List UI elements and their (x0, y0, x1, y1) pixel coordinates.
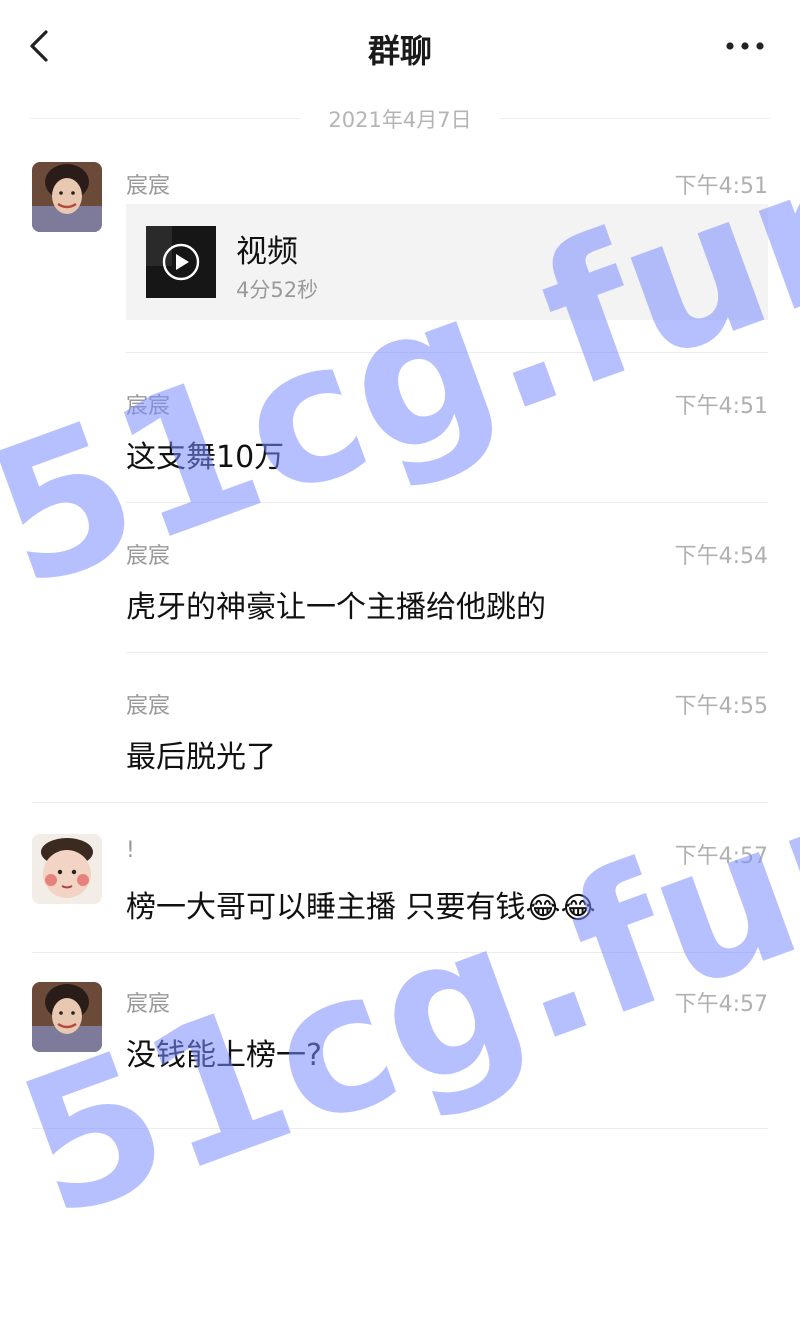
chat-header: 群聊 (0, 0, 800, 96)
sender-name: 宸宸 (126, 694, 171, 719)
video-thumbnail (146, 226, 216, 298)
divider (126, 352, 768, 353)
sender-name: ! (126, 838, 135, 863)
message-text: 没钱能上榜一? (126, 1038, 322, 1073)
avatar[interactable] (32, 162, 102, 232)
avatar-image (32, 834, 102, 904)
message-time: 下午4:51 (674, 394, 768, 419)
laughing-emoji-icon: 😂😂 (525, 890, 596, 926)
message-time: 下午4:54 (674, 544, 768, 569)
divider (126, 652, 768, 653)
date-label: 2021年4月7日 (328, 108, 472, 132)
divider (32, 1128, 768, 1129)
avatar[interactable] (32, 834, 102, 904)
video-title: 视频 (236, 234, 298, 270)
divider (32, 952, 768, 953)
message-text: 这支舞10万 (126, 440, 285, 475)
more-button[interactable] (724, 32, 766, 60)
video-message-card[interactable]: 视频 4分52秒 (126, 204, 768, 320)
sender-name: 宸宸 (126, 992, 171, 1017)
avatar[interactable] (32, 982, 102, 1052)
more-horizontal-icon (726, 42, 764, 50)
sender-name: 宸宸 (126, 174, 171, 199)
message-time: 下午4:51 (674, 174, 768, 199)
message-time: 下午4:57 (674, 992, 768, 1017)
page-title: 群聊 (367, 32, 432, 70)
sender-name: 宸宸 (126, 544, 171, 569)
play-icon (146, 226, 216, 298)
divider (126, 502, 768, 503)
avatar-image (32, 982, 102, 1052)
date-separator: 2021年4月7日 (0, 102, 800, 132)
message-time: 下午4:57 (674, 844, 768, 869)
avatar-image (32, 162, 102, 232)
sender-name: 宸宸 (126, 394, 171, 419)
message-text: 最后脱光了 (126, 740, 276, 775)
video-duration: 4分52秒 (236, 278, 319, 302)
message-time: 下午4:55 (674, 694, 768, 719)
divider (32, 802, 768, 803)
message-text: 榜一大哥可以睡主播 只要有钱😂😂 (126, 882, 596, 926)
message-text: 虎牙的神豪让一个主播给他跳的 (126, 590, 546, 625)
message-text-content: 榜一大哥可以睡主播 只要有钱 (126, 890, 526, 925)
